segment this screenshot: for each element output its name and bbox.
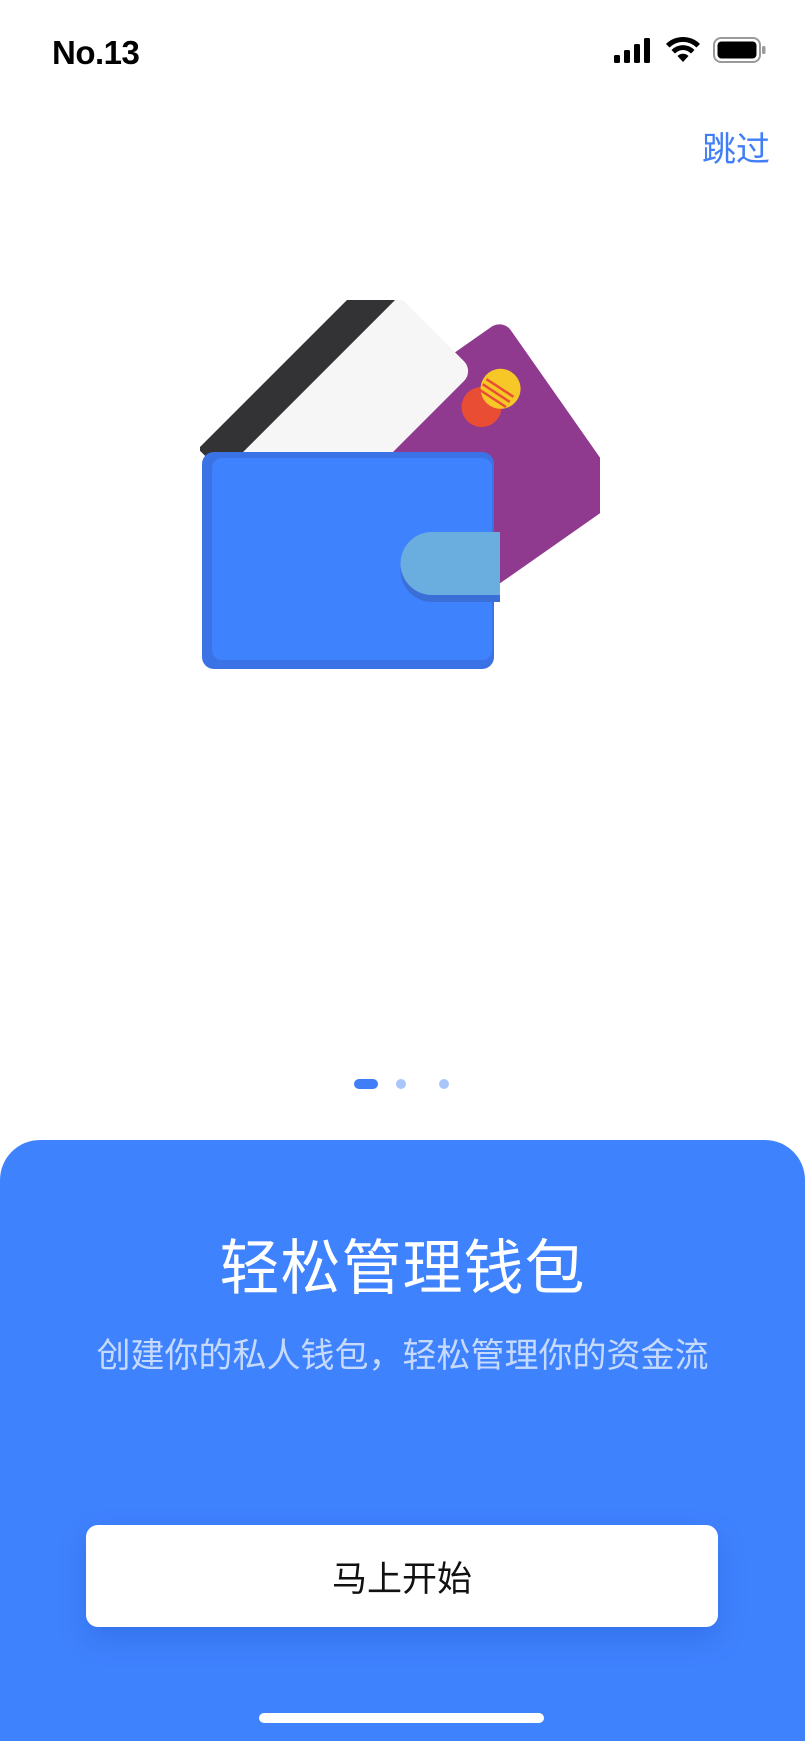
skip-link[interactable]: 跳过 [702,122,770,171]
wifi-icon [666,36,700,62]
battery-icon [713,37,766,63]
page-dot-3[interactable] [439,1079,449,1089]
onboarding-subtitle: 创建你的私人钱包，轻松管理你的资金流 [96,1337,709,1375]
page-dot-1[interactable] [354,1079,378,1089]
onboarding-screen: No.13 跳过 轻松管理钱包 创建你的私人钱包，轻松管理你的资金流 马上开始 [0,0,805,1741]
status-icons [613,36,767,64]
status-bar: No.13 [0,0,805,110]
page-indicator [0,1075,805,1095]
wallet-with-cards-icon [200,300,600,669]
home-indicator [259,1713,544,1723]
start-button[interactable]: 马上开始 [86,1525,718,1627]
onboarding-panel: 轻松管理钱包 创建你的私人钱包，轻松管理你的资金流 马上开始 [0,1140,805,1741]
page-dot-2[interactable] [396,1079,406,1089]
signal-icon [614,38,650,63]
onboarding-title: 轻松管理钱包 [219,1235,586,1302]
status-time: No.13 [52,34,140,71]
